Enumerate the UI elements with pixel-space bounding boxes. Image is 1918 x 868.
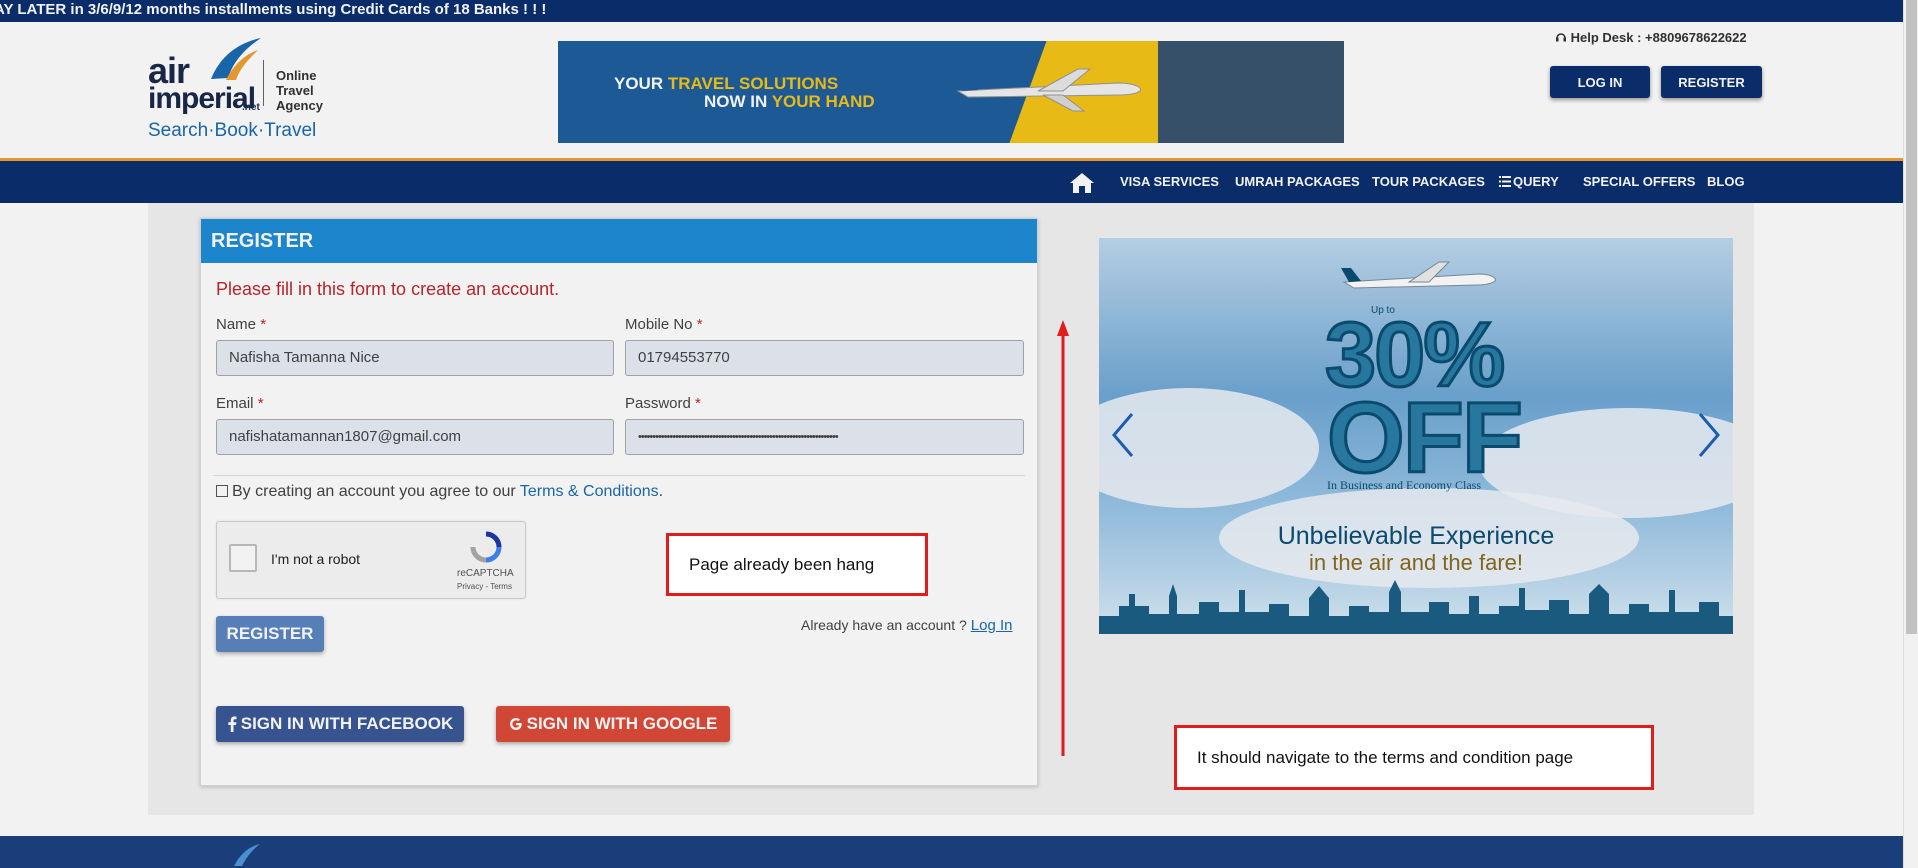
logo-agency-line: Travel bbox=[276, 83, 314, 98]
mobile-label-text: Mobile No bbox=[625, 316, 693, 333]
terms-checkbox[interactable] bbox=[216, 485, 228, 497]
helpdesk: Help Desk : +8809678622622 bbox=[1555, 30, 1747, 45]
mobile-label: Mobile No * bbox=[625, 316, 703, 333]
helpdesk-text: Help Desk : +8809678622622 bbox=[1570, 30, 1747, 45]
header-banner[interactable]: YOUR TRAVEL SOLUTIONS NOW IN YOUR HAND bbox=[558, 41, 1344, 143]
carousel-prev-icon[interactable] bbox=[1108, 410, 1136, 460]
banner-line-1: YOUR TRAVEL SOLUTIONS bbox=[614, 74, 838, 94]
nav-query[interactable]: QUERY bbox=[1499, 161, 1559, 203]
banner-luggage-area bbox=[1158, 41, 1344, 143]
logo-net: .net bbox=[242, 102, 260, 113]
logo-divider bbox=[263, 60, 264, 106]
marquee-text: AY LATER in 3/6/9/12 months installments… bbox=[0, 1, 547, 18]
promo-airplane-icon bbox=[1341, 261, 1496, 289]
banner-highlight: YOUR HAND bbox=[771, 92, 875, 111]
logo-swoosh-icon bbox=[211, 38, 261, 80]
mobile-input[interactable]: 01794553770 bbox=[625, 340, 1024, 376]
footer-logo-icon bbox=[234, 844, 260, 866]
recaptcha-widget: I'm not a robot reCAPTCHA Privacy - Term… bbox=[216, 521, 526, 599]
form-subtitle: Please fill in this form to create an ac… bbox=[216, 279, 560, 299]
recaptcha-checkbox[interactable] bbox=[229, 544, 257, 572]
nav-umrah-packages[interactable]: UMRAH PACKAGES bbox=[1235, 161, 1360, 203]
form-divider bbox=[213, 475, 1025, 476]
login-prompt: Already have an account ? Log In bbox=[801, 617, 1013, 634]
banner-text: YOUR bbox=[614, 74, 668, 93]
logo-agency-line: Agency bbox=[276, 98, 323, 113]
headset-icon bbox=[1556, 33, 1566, 42]
recaptcha-brand: reCAPTCHA bbox=[457, 568, 514, 579]
register-header-button[interactable]: REGISTER bbox=[1661, 66, 1762, 98]
password-label-text: Password bbox=[625, 395, 691, 412]
login-link[interactable]: Log In bbox=[971, 617, 1013, 634]
facebook-signin-button[interactable]: SIGN IN WITH FACEBOOK bbox=[216, 706, 464, 742]
recaptcha-links[interactable]: Privacy - Terms bbox=[457, 582, 512, 591]
home-icon[interactable] bbox=[1068, 171, 1096, 195]
recaptcha-icon bbox=[470, 531, 502, 563]
name-label-text: Name bbox=[216, 316, 257, 333]
page-scrollbar[interactable] bbox=[1903, 0, 1918, 868]
email-input[interactable]: nafishatamannan1807@gmail.com bbox=[216, 419, 614, 455]
logo-tagline: Search·Book·Travel bbox=[148, 120, 317, 141]
facebook-button-label: SIGN IN WITH FACEBOOK bbox=[240, 714, 454, 733]
promo-carousel-slide[interactable]: Up to 30% OFF In Business and Economy Cl… bbox=[1099, 238, 1733, 634]
scrollbar-thumb[interactable] bbox=[1906, 0, 1917, 634]
google-button-label: SIGN IN WITH GOOGLE bbox=[526, 714, 718, 733]
banner-line-2: NOW IN YOUR HAND bbox=[704, 92, 875, 112]
site-header: air imperial .net Online Travel Agency S… bbox=[0, 22, 1903, 160]
already-text: Already have an account ? bbox=[801, 617, 967, 633]
nav-blog[interactable]: BLOG bbox=[1707, 161, 1745, 203]
agree-end: . bbox=[658, 483, 664, 500]
logo-agency-line: Online bbox=[276, 68, 317, 83]
google-icon bbox=[509, 718, 522, 730]
required-mark: * bbox=[696, 316, 703, 333]
carousel-next-icon[interactable] bbox=[1696, 410, 1724, 460]
promo-classes: In Business and Economy Class bbox=[1327, 478, 1481, 492]
logo-agency: Online Travel Agency bbox=[276, 68, 323, 113]
nav-visa-services[interactable]: VISA SERVICES bbox=[1120, 161, 1219, 203]
form-title: REGISTER bbox=[201, 219, 1037, 263]
required-mark: * bbox=[695, 395, 701, 412]
register-form: REGISTER Please fill in this form to cre… bbox=[200, 218, 1038, 786]
recaptcha-label: I'm not a robot bbox=[271, 551, 361, 567]
email-label: Email * bbox=[216, 395, 264, 412]
facebook-icon bbox=[228, 716, 237, 732]
name-label: Name * bbox=[216, 316, 266, 333]
list-icon bbox=[1499, 176, 1511, 187]
email-label-text: Email bbox=[216, 395, 254, 412]
password-label: Password * bbox=[625, 395, 701, 412]
airplane-icon bbox=[954, 68, 1142, 112]
login-button[interactable]: LOG IN bbox=[1550, 66, 1650, 98]
promo-skyline bbox=[1099, 580, 1733, 634]
promo-subline: in the air and the fare! bbox=[1308, 550, 1524, 575]
annotation-arrow-icon bbox=[1057, 320, 1069, 756]
agree-text: By creating an account you agree to our bbox=[232, 483, 520, 500]
banner-highlight: TRAVEL SOLUTIONS bbox=[667, 74, 839, 93]
required-mark: * bbox=[257, 395, 264, 412]
promo-headline: Unbelievable Experience bbox=[1277, 522, 1555, 550]
site-logo[interactable]: air imperial .net Online Travel Agency S… bbox=[146, 32, 336, 142]
nav-tour-packages[interactable]: TOUR PACKAGES bbox=[1372, 161, 1485, 203]
banner-text: NOW IN bbox=[704, 92, 772, 111]
annotation-note-hang: Page already been hang bbox=[666, 533, 928, 596]
register-submit-button[interactable]: REGISTER bbox=[216, 616, 324, 652]
nav-special-offers[interactable]: SPECIAL OFFERS bbox=[1583, 161, 1695, 203]
terms-agreement: By creating an account you agree to our … bbox=[216, 483, 663, 501]
logo-imperial: imperial bbox=[148, 82, 256, 115]
terms-link[interactable]: Terms & Conditions bbox=[520, 483, 659, 500]
footer bbox=[0, 836, 1903, 868]
main-nav: VISA SERVICES UMRAH PACKAGES TOUR PACKAG… bbox=[0, 161, 1903, 203]
annotation-note-terms: It should navigate to the terms and cond… bbox=[1174, 725, 1654, 790]
promo-marquee: AY LATER in 3/6/9/12 months installments… bbox=[0, 0, 1918, 22]
google-signin-button[interactable]: SIGN IN WITH GOOGLE bbox=[496, 706, 730, 742]
required-mark: * bbox=[260, 316, 267, 333]
nav-query-label: QUERY bbox=[1513, 174, 1559, 189]
name-input[interactable]: Nafisha Tamanna Nice bbox=[216, 340, 614, 376]
password-input[interactable]: ••••••••••••••••••••••••••••••••••••••••… bbox=[625, 419, 1024, 455]
